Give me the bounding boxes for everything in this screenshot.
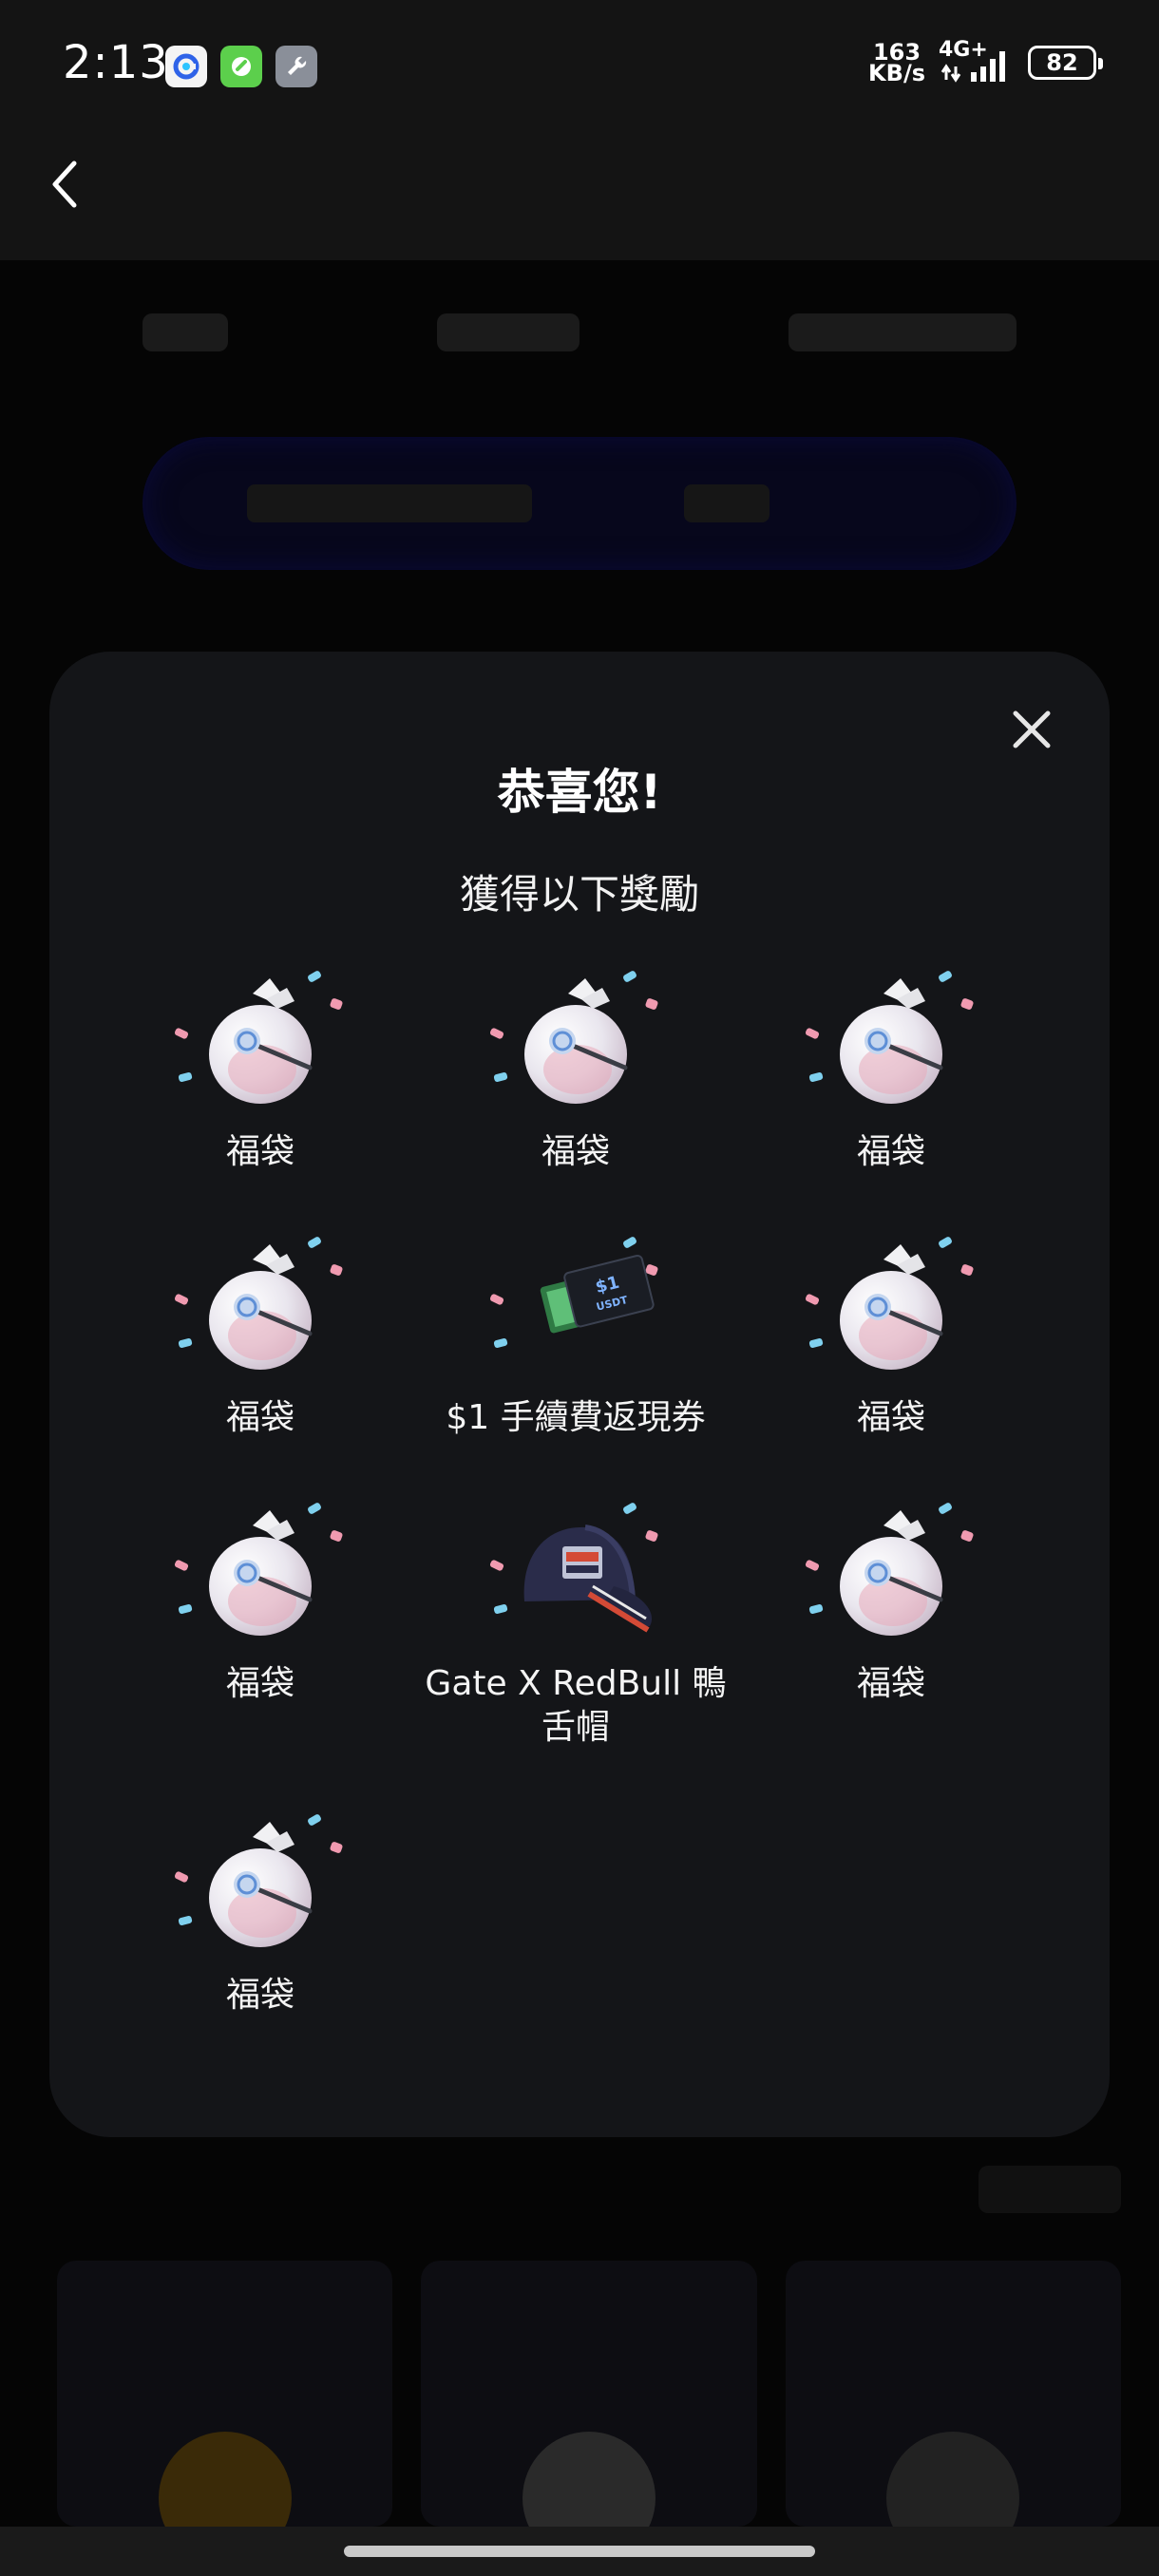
screen: 2:13 163 KB/s 4G+ 82 恭喜您! 獲得以下獎勵 福袋 福袋 福… [0, 0, 1159, 2576]
reward-label: 福袋 [225, 1664, 294, 1703]
chevron-left-icon [52, 161, 77, 208]
back-button[interactable] [38, 154, 91, 215]
lucky-bag-icon [156, 1222, 365, 1392]
reward-item: 福袋 [108, 1222, 412, 1440]
background-cards [57, 2261, 1121, 2565]
status-time: 2:13 [63, 36, 169, 89]
close-button[interactable] [1001, 699, 1062, 760]
reward-dialog: 恭喜您! 獲得以下獎勵 福袋 福袋 福袋 福袋 $1 USDT $1 手續費返現… [49, 652, 1110, 2137]
reward-label: 福袋 [225, 1132, 294, 1171]
net-speed: 163 KB/s [868, 41, 925, 86]
reward-label: 福袋 [856, 1664, 925, 1703]
lucky-bag-icon [156, 956, 365, 1127]
background-card [57, 2261, 393, 2565]
dialog-subtitle: 獲得以下獎勵 [459, 871, 699, 918]
reward-item: 福袋 [739, 1487, 1043, 1706]
dialog-title: 恭喜您! [497, 765, 662, 820]
battery-level: 82 [1046, 49, 1078, 76]
reward-label: $1 手續費返現券 [446, 1398, 706, 1437]
signal-icon: 4G+ [939, 38, 1015, 84]
app-notification-icon [220, 46, 262, 87]
reward-item: 福袋 [739, 956, 1043, 1174]
background-tab [142, 313, 228, 351]
status-right: 163 KB/s 4G+ 82 [868, 38, 1103, 86]
lucky-bag-icon [471, 956, 680, 1127]
reward-item: 福袋 [108, 1487, 412, 1706]
wrench-icon [276, 46, 317, 87]
reward-label: 福袋 [856, 1398, 925, 1437]
lucky-bag-icon [156, 1487, 365, 1658]
battery-icon: 82 [1028, 46, 1103, 80]
reward-item: 福袋 [108, 1799, 412, 2017]
reward-label: 福袋 [856, 1132, 925, 1171]
background-card [785, 2261, 1121, 2565]
reward-item: $1 USDT $1 手續費返現券 [424, 1222, 728, 1440]
home-indicator[interactable] [344, 2546, 815, 2557]
reward-label: 福袋 [225, 1976, 294, 2015]
cap-icon [471, 1487, 680, 1658]
reward-item: 福袋 [108, 956, 412, 1174]
background-tab [788, 313, 1016, 351]
background-pill [978, 2166, 1121, 2213]
net-speed-unit: KB/s [868, 60, 925, 86]
reward-item: Gate X RedBull 鴨舌帽 [424, 1487, 728, 1750]
reward-label: 福袋 [225, 1398, 294, 1437]
close-icon [1013, 710, 1051, 748]
reward-item: 福袋 [424, 956, 728, 1174]
reward-label: Gate X RedBull 鴨舌帽 [425, 1664, 727, 1747]
background-card [421, 2261, 757, 2565]
app-notification-icon [165, 46, 207, 87]
background-tab [437, 313, 580, 351]
reward-label: 福袋 [541, 1132, 610, 1171]
background-banner-text [247, 484, 532, 522]
background-tabs [38, 275, 1121, 389]
lucky-bag-icon [156, 1799, 365, 1970]
lucky-bag-icon [787, 1222, 996, 1392]
reward-item: 福袋 [739, 1222, 1043, 1440]
lucky-bag-icon [787, 956, 996, 1127]
app-bar [0, 133, 1159, 260]
status-app-icons [165, 46, 317, 87]
background-banner-text [684, 484, 770, 522]
fee-voucher-icon: $1 USDT [471, 1222, 680, 1392]
lucky-bag-icon [787, 1487, 996, 1658]
status-bar: 2:13 163 KB/s 4G+ 82 [0, 0, 1159, 133]
